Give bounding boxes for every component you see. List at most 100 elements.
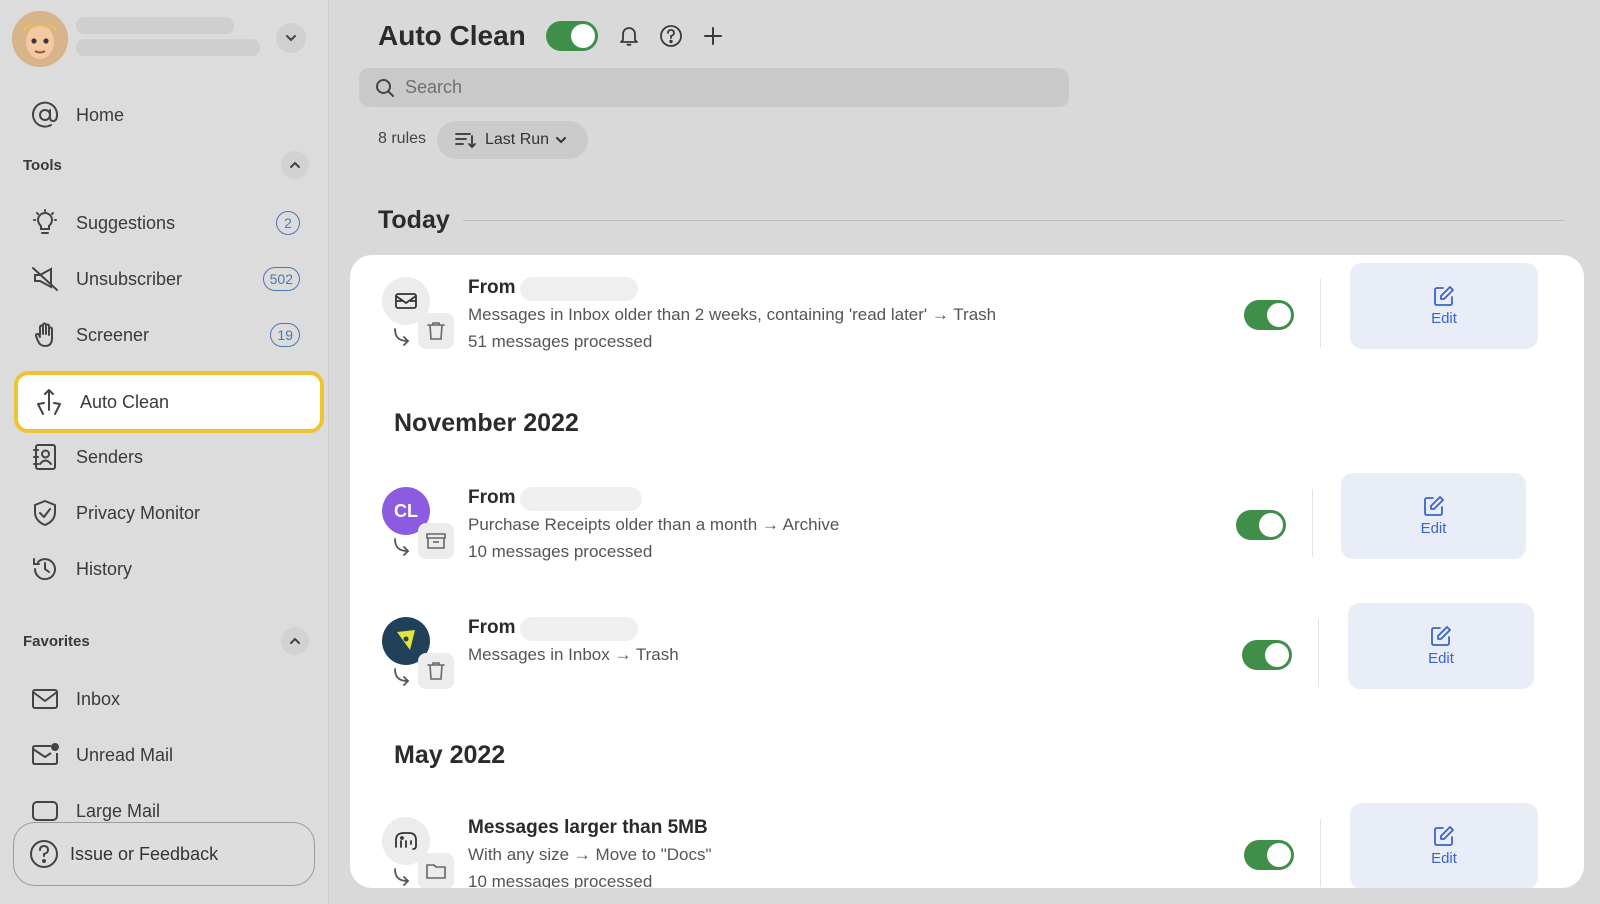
edit-pencil-icon xyxy=(1423,495,1445,517)
curved-arrow-icon xyxy=(392,867,414,887)
envelope-icon xyxy=(394,289,418,313)
sidebar-item-history[interactable]: History xyxy=(14,542,324,596)
sidebar-item-home[interactable]: Home xyxy=(14,88,324,142)
favorites-section-header[interactable]: Favorites xyxy=(23,626,313,656)
sidebar-item-screener[interactable]: Screener 19 xyxy=(14,308,324,362)
divider xyxy=(1320,819,1321,887)
help-circle-icon xyxy=(28,838,60,870)
count-badge: 502 xyxy=(262,267,300,291)
unread-envelope-icon xyxy=(30,740,60,770)
divider xyxy=(1312,489,1313,557)
edit-pencil-icon xyxy=(1433,285,1455,307)
sidebar-item-unread-mail[interactable]: Unread Mail xyxy=(14,728,324,782)
rule-from-label: From xyxy=(468,617,516,638)
search-icon xyxy=(375,78,395,98)
curved-arrow-icon xyxy=(392,667,414,687)
action-trash-badge xyxy=(418,653,454,689)
rule-toggle[interactable] xyxy=(1244,840,1294,870)
curved-arrow-icon xyxy=(392,537,414,557)
rule-title: Messages larger than 5MB xyxy=(468,817,708,838)
rule-toggle[interactable] xyxy=(1236,510,1286,540)
rule-description: With any size → Move to "Docs" xyxy=(468,845,712,864)
curved-arrow-icon xyxy=(392,327,414,347)
auto-clean-master-toggle[interactable] xyxy=(545,21,598,51)
sort-icon xyxy=(455,131,477,149)
rule-from-label: From xyxy=(468,277,516,298)
help-circle-icon[interactable] xyxy=(656,21,686,51)
at-sign-icon xyxy=(30,100,60,130)
sidebar-item-unsubscriber[interactable]: Unsubscriber 502 xyxy=(14,252,324,306)
edit-button[interactable]: Edit xyxy=(1350,263,1538,349)
feedback-label: Issue or Feedback xyxy=(70,843,219,864)
count-badge: 2 xyxy=(276,211,300,235)
chevron-up-icon[interactable] xyxy=(281,151,309,179)
lightbulb-icon xyxy=(30,208,60,238)
edit-button[interactable]: Edit xyxy=(1348,603,1534,689)
rule-toggle[interactable] xyxy=(1242,640,1292,670)
chevron-up-icon[interactable] xyxy=(281,627,309,655)
rule-row[interactable]: From Messages in Inbox older than 2 week… xyxy=(350,263,1584,367)
shield-check-icon xyxy=(30,498,60,528)
rules-count: 8 rules xyxy=(378,130,427,147)
rule-row[interactable]: CL From Purchase Receipts older than a m… xyxy=(350,473,1584,577)
rule-toggle[interactable] xyxy=(1244,300,1294,330)
feedback-button[interactable]: Issue or Feedback xyxy=(13,822,315,886)
divider xyxy=(1320,279,1321,347)
page-header: Auto Clean xyxy=(378,16,728,56)
main-content: Auto Clean 8 rules Last Run Today xyxy=(329,0,1600,904)
edit-button[interactable]: Edit xyxy=(1350,803,1538,888)
sort-dropdown[interactable]: Last Run xyxy=(437,121,588,159)
count-badge: 19 xyxy=(270,323,300,347)
sidebar: Home Tools Suggestions 2 Unsubscriber 50… xyxy=(0,0,329,904)
inbox-envelope-icon xyxy=(30,684,60,714)
chevron-down-icon xyxy=(555,134,567,146)
sort-label: Last Run xyxy=(485,131,550,148)
search-bar[interactable] xyxy=(359,68,1069,107)
sidebar-item-label: Large Mail xyxy=(76,800,161,821)
rule-row[interactable]: Messages larger than 5MB With any size →… xyxy=(350,803,1584,888)
contacts-book-icon xyxy=(30,442,60,472)
edit-pencil-icon xyxy=(1433,825,1455,847)
group-header-november-2022: November 2022 xyxy=(394,409,579,437)
avatar xyxy=(12,11,68,67)
divider xyxy=(463,220,1564,221)
divider xyxy=(1318,619,1319,687)
rule-processed-count: 51 messages processed xyxy=(468,332,653,351)
tools-section-header[interactable]: Tools xyxy=(23,150,313,180)
edit-label: Edit xyxy=(1428,650,1454,667)
account-chevron-down-icon[interactable] xyxy=(276,23,306,53)
sidebar-item-senders[interactable]: Senders xyxy=(14,430,324,484)
rule-description: Purchase Receipts older than a month → A… xyxy=(468,515,840,534)
search-input[interactable] xyxy=(405,77,1045,98)
sender-placeholder xyxy=(520,617,638,641)
edit-button[interactable]: Edit xyxy=(1341,473,1526,559)
rule-description: Messages in Inbox → Trash xyxy=(468,645,679,664)
sidebar-item-inbox[interactable]: Inbox xyxy=(14,672,324,726)
hand-icon xyxy=(30,320,60,350)
archive-box-icon xyxy=(426,532,446,550)
unsubscribe-megaphone-icon xyxy=(30,264,60,294)
plus-icon[interactable] xyxy=(698,21,728,51)
sidebar-item-auto-clean[interactable]: Auto Clean xyxy=(14,371,324,433)
history-clock-icon xyxy=(30,554,60,584)
trash-icon xyxy=(427,321,445,341)
rule-from-label: From xyxy=(468,487,516,508)
sidebar-item-label: Unread Mail xyxy=(76,744,174,765)
section-title: Favorites xyxy=(23,632,90,650)
rule-row[interactable]: From Messages in Inbox → Trash Edit xyxy=(350,603,1584,707)
sidebar-item-label: Inbox xyxy=(76,688,121,709)
sidebar-item-suggestions[interactable]: Suggestions 2 xyxy=(14,196,324,250)
group-header-may-2022: May 2022 xyxy=(394,741,506,769)
edit-label: Edit xyxy=(1431,310,1457,327)
rule-processed-count: 10 messages processed xyxy=(468,542,653,561)
sidebar-item-privacy-monitor[interactable]: Privacy Monitor xyxy=(14,486,324,540)
bell-icon[interactable] xyxy=(614,21,644,51)
elephant-icon xyxy=(393,829,419,853)
folder-icon xyxy=(426,862,446,880)
account-switcher[interactable] xyxy=(12,11,312,67)
sidebar-item-label: Screener xyxy=(76,324,150,345)
edit-label: Edit xyxy=(1420,520,1447,537)
sidebar-item-label: Auto Clean xyxy=(80,391,170,412)
group-header-today: Today xyxy=(378,206,450,234)
edit-label: Edit xyxy=(1431,850,1457,867)
